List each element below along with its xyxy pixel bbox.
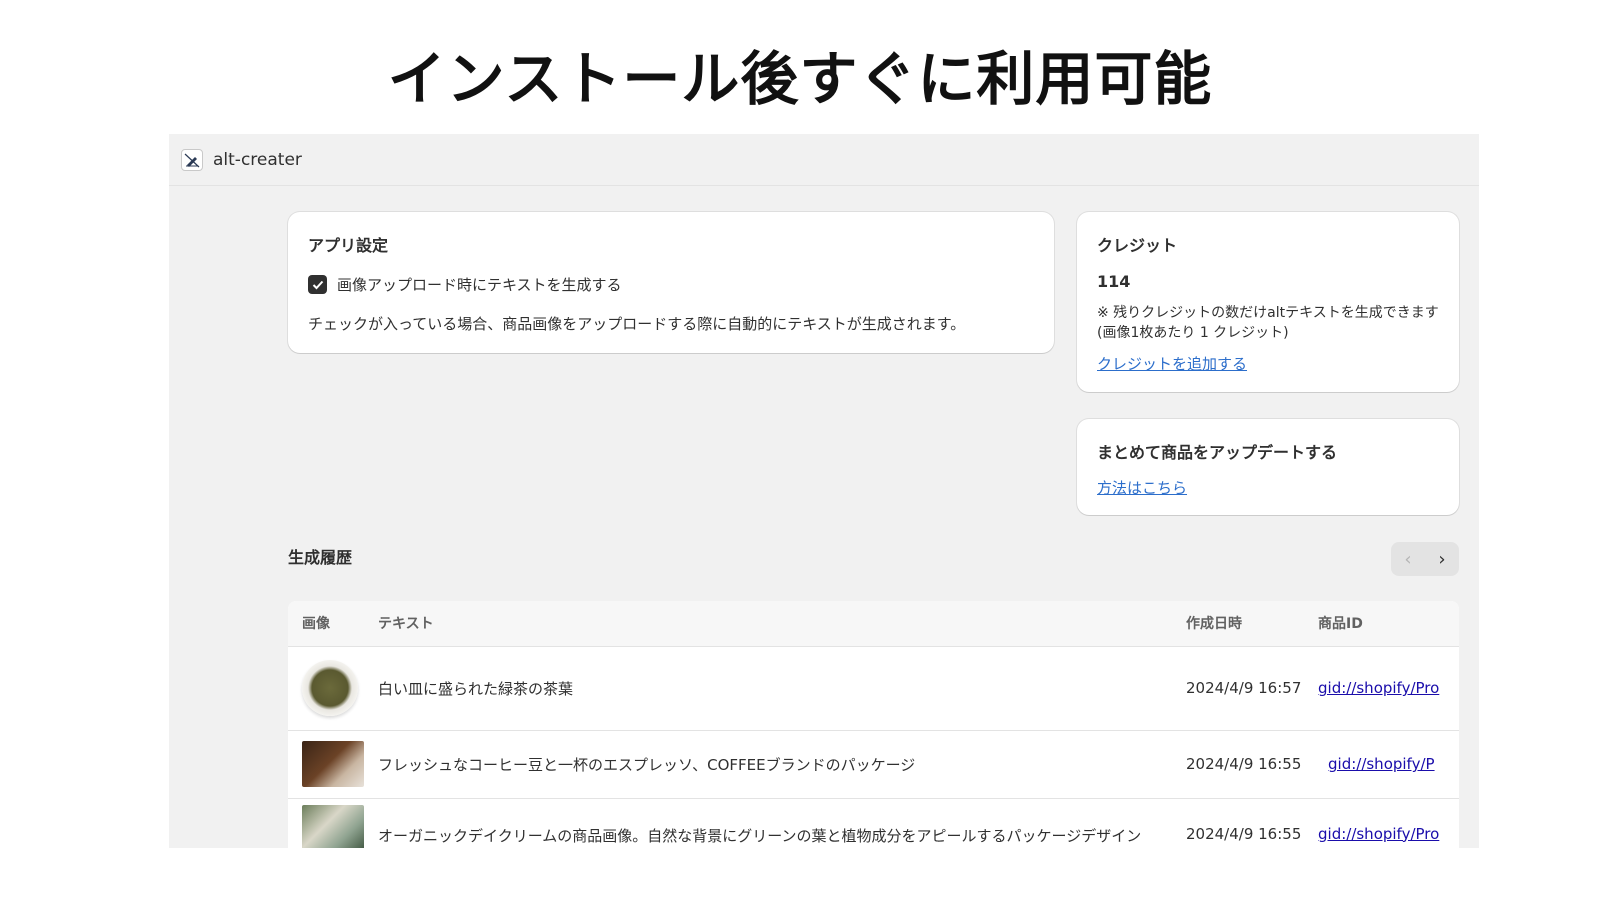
history-table: 画像 テキスト 作成日時 商品ID 白い皿に盛られた緑茶の茶葉 2024/4/9…: [288, 601, 1459, 848]
bulk-update-title: まとめて商品をアップデートする: [1097, 443, 1338, 462]
product-id-link[interactable]: gid://shopify/Pro: [1318, 679, 1439, 697]
product-id-cell: gid://shopify/Pro: [1304, 646, 1459, 731]
app-name: alt-creater: [213, 149, 302, 170]
text-cell: フレッシュなコーヒー豆と一杯のエスプレッソ、COFFEEブランドのパッケージ: [364, 730, 1172, 799]
history-pagination: ‹ ›: [1391, 542, 1459, 576]
image-cell: [288, 798, 364, 848]
bulk-update-card: まとめて商品をアップデートする 方法はこちら: [1077, 419, 1459, 515]
image-cell: [288, 646, 364, 731]
product-id-link[interactable]: gid://shopify/P: [1328, 755, 1435, 773]
history-title: 生成履歴: [288, 548, 353, 567]
credit-note: ※ 残りクレジットの数だけaltテキストを生成できます(画像1枚あたり 1 クレ…: [1097, 305, 1439, 341]
column-header-product-id: 商品ID: [1318, 616, 1363, 633]
product-id-cell: gid://shopify/Pro: [1304, 798, 1459, 848]
auto-generate-checkbox[interactable]: [308, 275, 327, 294]
created-cell: 2024/4/9 16:55: [1172, 730, 1304, 799]
table-row: 白い皿に盛られた緑茶の茶葉 2024/4/9 16:57 gid://shopi…: [288, 646, 1459, 731]
auto-generate-option[interactable]: 画像アップロード時にテキストを生成する: [308, 274, 1034, 295]
day-cream-thumbnail: [302, 804, 364, 848]
table-header-row: 画像 テキスト 作成日時 商品ID: [288, 601, 1459, 646]
product-id-cell: gid://shopify/P: [1304, 730, 1459, 799]
app-window: alt-creater アプリ設定 画像アップロード時にテキストを生成する チェ…: [169, 134, 1479, 848]
pen-slash-icon: [181, 148, 203, 171]
table-row: オーガニックデイクリームの商品画像。自然な背景にグリーンの葉と植物成分をアピール…: [288, 798, 1459, 848]
column-header-image: 画像: [302, 616, 330, 633]
column-header-text: テキスト: [378, 616, 434, 633]
text-cell: オーガニックデイクリームの商品画像。自然な背景にグリーンの葉と植物成分をアピール…: [364, 798, 1172, 848]
bulk-update-howto-link[interactable]: 方法はこちら: [1097, 477, 1187, 498]
checkmark-icon: [312, 280, 323, 289]
add-credit-link[interactable]: クレジットを追加する: [1097, 353, 1247, 374]
app-settings-card: アプリ設定 画像アップロード時にテキストを生成する チェックが入っている場合、商…: [288, 212, 1054, 353]
hero-title: インストール後すぐに利用可能: [387, 45, 1213, 113]
chevron-right-icon[interactable]: ›: [1425, 542, 1459, 576]
settings-title: アプリ設定: [308, 236, 389, 255]
created-cell: 2024/4/9 16:57: [1172, 646, 1304, 731]
auto-generate-label[interactable]: 画像アップロード時にテキストを生成する: [337, 274, 622, 295]
app-header: alt-creater: [169, 134, 1479, 186]
settings-help-text: チェックが入っている場合、商品画像をアップロードする際に自動的にテキストが生成さ…: [308, 315, 966, 333]
coffee-package-thumbnail: [302, 741, 364, 787]
credit-title: クレジット: [1097, 236, 1178, 255]
green-tea-leaves-thumbnail: [302, 660, 358, 716]
chevron-left-icon[interactable]: ‹: [1391, 542, 1425, 576]
text-cell: 白い皿に盛られた緑茶の茶葉: [364, 646, 1172, 731]
column-header-created: 作成日時: [1186, 616, 1242, 633]
product-id-link[interactable]: gid://shopify/Pro: [1318, 825, 1439, 843]
credit-card: クレジット 114 ※ 残りクレジットの数だけaltテキストを生成できます(画像…: [1077, 212, 1459, 392]
table-row: フレッシュなコーヒー豆と一杯のエスプレッソ、COFFEEブランドのパッケージ 2…: [288, 730, 1459, 799]
credit-balance: 114: [1097, 272, 1131, 291]
created-cell: 2024/4/9 16:55: [1172, 798, 1304, 848]
image-cell: [288, 730, 364, 799]
